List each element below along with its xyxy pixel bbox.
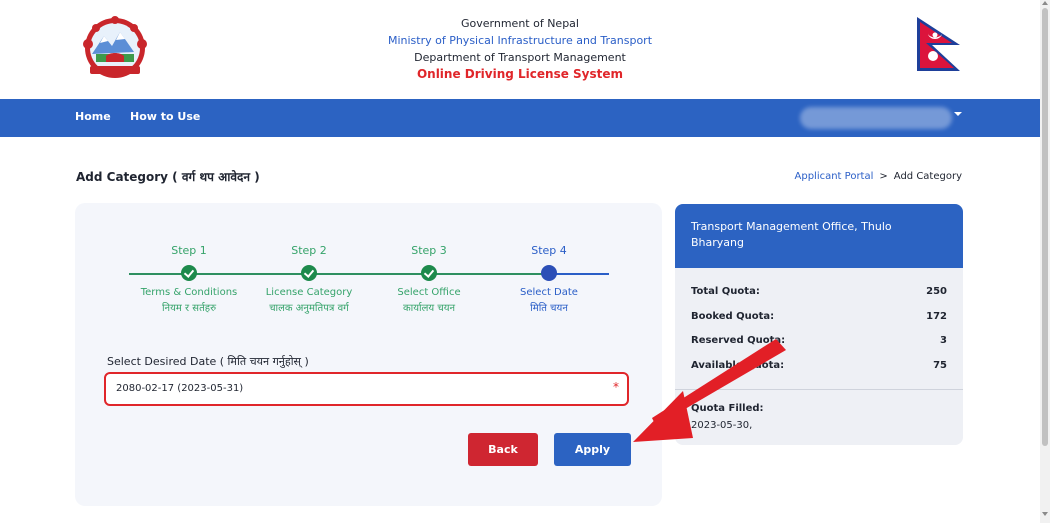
- breadcrumb: Applicant Portal > Add Category: [795, 171, 963, 182]
- system-title: Online Driving License System: [416, 67, 624, 81]
- ministry-title: Ministry of Physical Infrastructure and …: [387, 34, 653, 47]
- quota-panel-header: Transport Management Office, Thulo Bhary…: [675, 204, 963, 268]
- breadcrumb-current: Add Category: [893, 171, 962, 182]
- stepper-track-remaining: [549, 273, 609, 275]
- scroll-up-icon[interactable]: [1042, 1, 1048, 5]
- government-title: Government of Nepal: [461, 17, 579, 30]
- quota-divider: [675, 389, 963, 390]
- step-3-label-np: कार्यालय चयन: [402, 303, 456, 314]
- date-field-label: Select Desired Date ( मिति चयन गर्नुहोस्…: [107, 355, 309, 368]
- step-2-label-np: चालक अनुमतिपत्र वर्ग: [269, 303, 349, 314]
- scroll-thumb[interactable]: [1042, 8, 1048, 446]
- user-menu[interactable]: [800, 107, 952, 129]
- main-navbar: Home How to Use: [0, 99, 1040, 137]
- breadcrumb-separator: >: [879, 171, 888, 182]
- quota-value: 75: [933, 360, 947, 371]
- back-button[interactable]: Back: [468, 433, 538, 466]
- step-4-title: Step 4: [531, 244, 567, 257]
- quota-row-available: Available Quota: 75: [691, 360, 947, 371]
- quota-value: 250: [926, 286, 947, 297]
- chevron-down-icon[interactable]: [954, 112, 962, 116]
- required-asterisk: *: [613, 380, 619, 394]
- desired-date-input[interactable]: [106, 374, 606, 403]
- site-header: Government of Nepal Ministry of Physical…: [0, 0, 1040, 99]
- step-4-label-en: Select Date: [520, 287, 578, 298]
- quota-row-total: Total Quota: 250: [691, 286, 947, 297]
- step-1-title: Step 1: [171, 244, 207, 257]
- page-scrollbar[interactable]: [1040, 0, 1050, 523]
- quota-filled-date: 2023-05-30,: [691, 420, 753, 431]
- quota-label: Available Quota:: [691, 360, 785, 371]
- department-title: Department of Transport Management: [414, 51, 626, 64]
- quota-row-booked: Booked Quota: 172: [691, 311, 947, 322]
- step-1-label-en: Terms & Conditions: [140, 287, 238, 298]
- date-field-wrapper: *: [104, 372, 629, 406]
- nav-home[interactable]: Home: [75, 110, 111, 123]
- quota-panel: Transport Management Office, Thulo Bhary…: [675, 204, 963, 445]
- nav-how-to-use[interactable]: How to Use: [130, 110, 200, 123]
- quota-label: Total Quota:: [691, 286, 760, 297]
- quota-row-reserved: Reserved Quota: 3: [691, 335, 947, 346]
- step-3-title: Step 3: [411, 244, 447, 257]
- quota-label: Reserved Quota:: [691, 335, 786, 346]
- quota-value: 172: [926, 311, 947, 322]
- step-2-label-en: License Category: [265, 287, 353, 298]
- office-name: Transport Management Office, Thulo Bhary…: [691, 220, 892, 249]
- apply-button[interactable]: Apply: [554, 433, 631, 466]
- quota-value: 3: [940, 335, 947, 346]
- page-title: Add Category ( वर्ग थप आवेदन ): [76, 170, 260, 184]
- current-step-icon: [541, 265, 557, 281]
- application-card: Step 1 Terms & Conditions नियम र सर्तहरु…: [75, 203, 662, 506]
- check-circle-icon: [181, 265, 197, 281]
- check-circle-icon: [301, 265, 317, 281]
- stepper: Step 1 Terms & Conditions नियम र सर्तहरु…: [75, 203, 662, 323]
- check-circle-icon: [421, 265, 437, 281]
- breadcrumb-applicant-portal[interactable]: Applicant Portal: [795, 171, 874, 182]
- step-2-title: Step 2: [291, 244, 327, 257]
- step-3-label-en: Select Office: [397, 287, 461, 298]
- step-1-label-np: नियम र सर्तहरु: [161, 303, 217, 314]
- quota-label: Booked Quota:: [691, 311, 775, 322]
- step-4-label-np: मिति चयन: [530, 303, 568, 314]
- quota-filled-label: Quota Filled:: [691, 403, 764, 414]
- scroll-down-icon[interactable]: [1042, 512, 1048, 516]
- nepal-flag-icon: [917, 17, 960, 71]
